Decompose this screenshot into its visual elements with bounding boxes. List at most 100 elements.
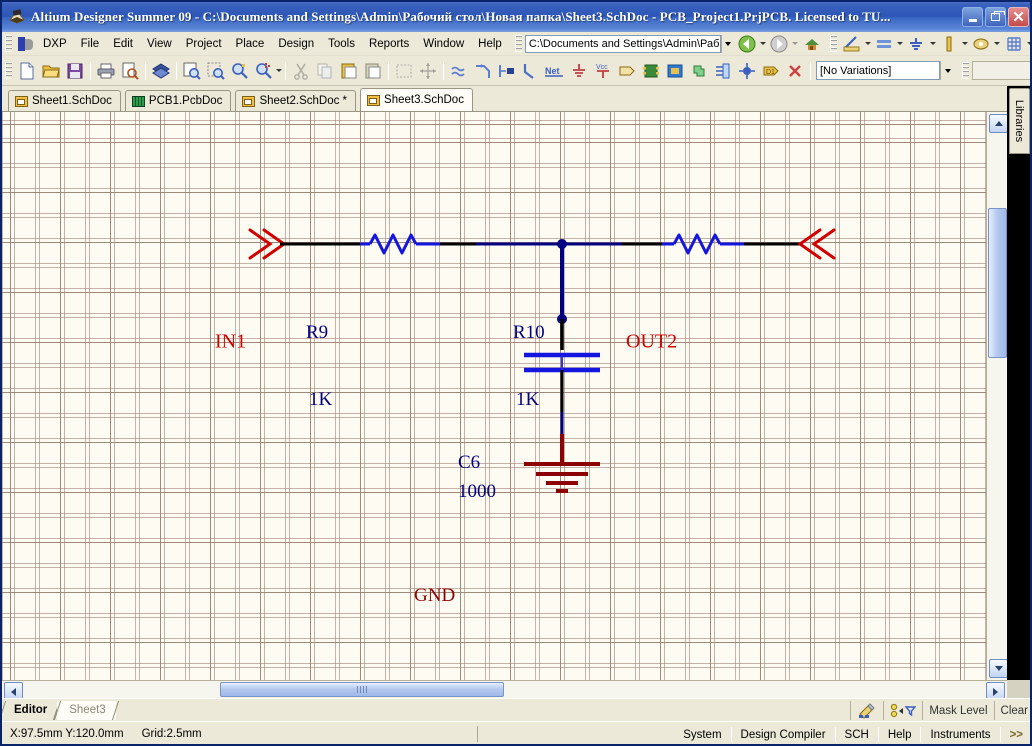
paste-special-icon[interactable] <box>362 60 384 82</box>
part-dropdown-arrow[interactable] <box>961 34 969 54</box>
place-gnd-icon[interactable] <box>568 60 590 82</box>
value-r10[interactable]: 1K <box>516 389 539 411</box>
designator-r9[interactable]: R9 <box>306 322 328 344</box>
tools-grip[interactable] <box>829 35 837 52</box>
menu-item-tools[interactable]: Tools <box>321 35 362 53</box>
menu-item-dxp[interactable]: DXP <box>36 35 74 53</box>
scroll-up-button[interactable] <box>989 114 1008 133</box>
menu-item-edit[interactable]: Edit <box>106 35 140 53</box>
status-button-system[interactable]: System <box>674 725 731 744</box>
status-button-instruments[interactable]: Instruments <box>921 725 1000 744</box>
menu-item-window[interactable]: Window <box>416 35 471 53</box>
variations-input[interactable]: [No Variations] <box>816 61 940 80</box>
designator-c6[interactable]: C6 <box>458 452 480 474</box>
value-c6[interactable]: 1000 <box>458 481 496 503</box>
save-icon[interactable] <box>64 60 86 82</box>
power-port-label-gnd[interactable]: GND <box>414 585 455 607</box>
part-icon[interactable] <box>938 33 960 55</box>
place-wire-icon[interactable] <box>448 60 470 82</box>
place-harness-icon[interactable] <box>712 60 734 82</box>
mask-level-button[interactable]: Mask Level <box>922 701 994 720</box>
doc-tab-sheet1[interactable]: Sheet1.SchDoc <box>8 90 121 111</box>
menu-item-project[interactable]: Project <box>179 35 229 53</box>
paste-icon[interactable] <box>338 60 360 82</box>
back-dropdown-arrow[interactable] <box>759 34 767 54</box>
bus-dropdown-arrow[interactable] <box>896 34 904 54</box>
print-preview-icon[interactable] <box>119 60 141 82</box>
menu-item-help[interactable]: Help <box>471 35 509 53</box>
board-3d-icon[interactable] <box>150 60 172 82</box>
place-device-sheet-icon[interactable] <box>688 60 710 82</box>
designator-r10[interactable]: R10 <box>513 322 545 344</box>
toolbar-grip[interactable] <box>5 62 12 79</box>
menu-item-design[interactable]: Design <box>271 35 321 53</box>
pad-icon[interactable] <box>970 33 992 55</box>
place-bus-entry-icon[interactable] <box>496 60 518 82</box>
place-port-icon[interactable] <box>616 60 638 82</box>
variations-dropdown-arrow[interactable] <box>940 61 954 80</box>
back-icon[interactable] <box>736 33 758 55</box>
menu-item-file[interactable]: File <box>74 35 107 53</box>
place-netlabel-icon[interactable]: Net <box>544 60 566 82</box>
path-combo-arrow[interactable] <box>720 34 735 53</box>
place-directive-icon[interactable]: D1 <box>760 60 782 82</box>
home-icon[interactable] <box>801 33 823 55</box>
highlight-pen-icon[interactable] <box>850 701 884 720</box>
zoom-area-icon[interactable] <box>205 60 227 82</box>
vertical-scroll-thumb[interactable] <box>988 208 1007 358</box>
place-part-icon[interactable] <box>736 60 758 82</box>
measure-dropdown-arrow[interactable] <box>864 34 872 54</box>
place-line-icon[interactable] <box>520 60 542 82</box>
canvas-vertical-scrollbar[interactable] <box>986 112 1008 680</box>
place-vcc-icon[interactable]: Vcc <box>592 60 614 82</box>
value-r9[interactable]: 1K <box>309 389 332 411</box>
forward-icon[interactable] <box>768 33 790 55</box>
horizontal-scroll-thumb[interactable] <box>220 682 504 697</box>
navbar-grip[interactable] <box>514 35 522 52</box>
doc-tab-sheet2[interactable]: Sheet2.SchDoc * <box>235 90 357 111</box>
grid-icon[interactable] <box>1003 33 1025 55</box>
canvas-horizontal-scrollbar[interactable] <box>2 680 1007 701</box>
component-input[interactable] <box>972 61 1030 80</box>
zoom-selected-icon[interactable] <box>229 60 251 82</box>
place-sheet-symbol-icon[interactable] <box>640 60 662 82</box>
grid-dropdown-arrow[interactable] <box>1026 34 1030 54</box>
doc-tab-pcb1[interactable]: PCB1.PcbDoc <box>124 90 232 111</box>
place-sheet-entry-icon[interactable] <box>664 60 686 82</box>
zoom-filter-icon[interactable] <box>253 60 275 82</box>
bottom-tab-editor[interactable]: Editor <box>2 700 61 720</box>
minimize-button[interactable] <box>962 7 983 27</box>
print-icon[interactable] <box>95 60 117 82</box>
menu-grip[interactable] <box>5 35 12 52</box>
menu-item-view[interactable]: View <box>140 35 179 53</box>
scroll-down-button[interactable] <box>989 659 1008 678</box>
menu-item-place[interactable]: Place <box>229 35 272 53</box>
port-label-in1[interactable]: IN1 <box>215 331 246 354</box>
status-button-design-compiler[interactable]: Design Compiler <box>731 725 835 744</box>
zoom-document-icon[interactable] <box>181 60 203 82</box>
mask-filter-icon[interactable] <box>883 701 923 720</box>
zoom-dropdown-arrow[interactable] <box>276 61 282 81</box>
clear-button[interactable]: Clear <box>993 701 1030 720</box>
open-folder-icon[interactable] <box>40 60 62 82</box>
cancel-icon[interactable] <box>784 60 806 82</box>
place-bus-icon-2[interactable] <box>472 60 494 82</box>
pad-dropdown-arrow[interactable] <box>993 34 1001 54</box>
new-document-icon[interactable] <box>16 60 38 82</box>
path-combo-input[interactable]: C:\Documents and Settings\Admin\Раб <box>524 34 721 53</box>
panel-tab-libraries[interactable]: Libraries <box>1009 88 1030 154</box>
doc-tab-sheet3[interactable]: Sheet3.SchDoc <box>360 88 473 111</box>
bottom-tab-sheet3[interactable]: Sheet3 <box>54 700 119 720</box>
component-grip[interactable] <box>962 62 969 79</box>
status-button-more[interactable]: >> <box>1000 725 1030 744</box>
status-button-help[interactable]: Help <box>878 725 921 744</box>
schematic-canvas[interactable]: IN1 OUT2 R9 1K R10 1K C6 1000 GND <box>2 112 990 680</box>
measure-icon[interactable] <box>841 33 863 55</box>
menu-item-reports[interactable]: Reports <box>362 35 416 53</box>
close-button[interactable]: ✕ <box>1008 7 1029 27</box>
gnd-dropdown-arrow[interactable] <box>928 34 936 54</box>
gnd-power-icon[interactable] <box>905 33 927 55</box>
restore-button[interactable] <box>985 7 1006 27</box>
status-button-sch[interactable]: SCH <box>835 725 878 744</box>
port-label-out2[interactable]: OUT2 <box>626 331 677 354</box>
